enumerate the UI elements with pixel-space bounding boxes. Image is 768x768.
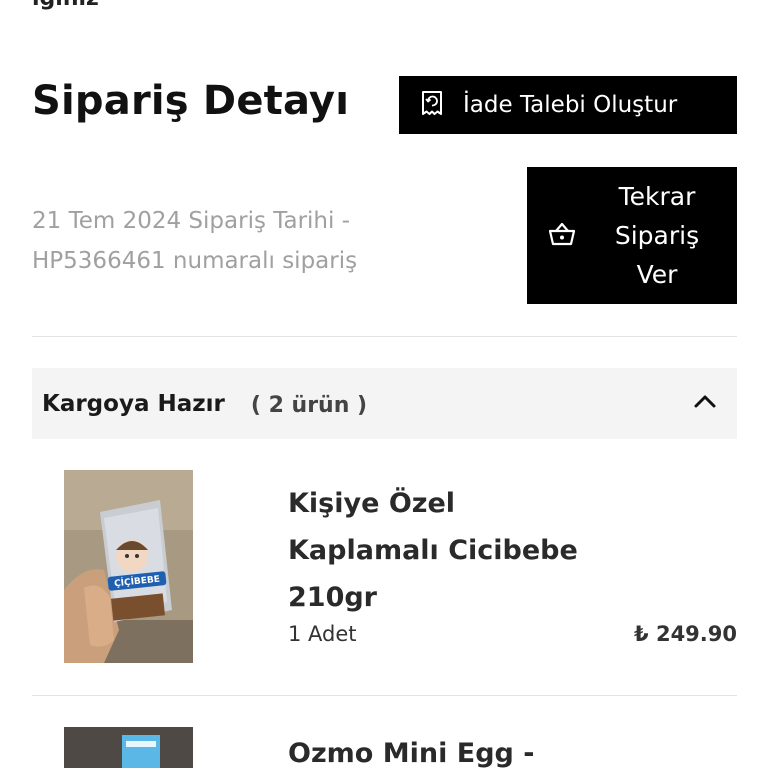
order-meta: 21 Tem 2024 Sipariş Tarihi - HP5366461 n… <box>32 201 432 281</box>
basket-icon <box>547 221 577 251</box>
shipment-item-count: ( 2 ürün ) <box>250 393 368 418</box>
reorder-button[interactable]: Tekrar Sipariş Ver <box>527 167 737 304</box>
product-price: ₺ 249.90 <box>634 622 737 646</box>
product-image[interactable]: ÇİÇİBEBE <box>64 470 193 663</box>
product-name[interactable]: Kişiye Özel Kaplamalı Cicibebe 210gr <box>288 480 628 621</box>
order-date: 21 Tem 2024 Sipariş Tarihi - <box>32 208 351 234</box>
page-title: Sipariş Detayı <box>32 78 350 124</box>
return-request-label: İade Talebi Oluştur <box>463 92 678 118</box>
section-divider <box>32 336 737 337</box>
return-receipt-icon <box>419 90 445 120</box>
chevron-up-icon[interactable] <box>693 393 717 413</box>
shipment-status: Kargoya Hazır <box>42 390 225 417</box>
header-partial-text: ığınız <box>32 0 99 11</box>
shipment-accordion-header[interactable]: Kargoya Hazır ( 2 ürün ) <box>32 368 737 439</box>
return-request-button[interactable]: İade Talebi Oluştur <box>399 76 737 134</box>
product-quantity: 1 Adet <box>288 622 357 646</box>
reorder-label: Tekrar Sipariş Ver <box>614 182 700 289</box>
order-number: HP5366461 numaralı sipariş <box>32 248 358 274</box>
product-name[interactable]: Ozmo Mini Egg - <box>288 738 534 768</box>
product-image[interactable] <box>64 727 193 768</box>
product-divider <box>32 695 737 696</box>
